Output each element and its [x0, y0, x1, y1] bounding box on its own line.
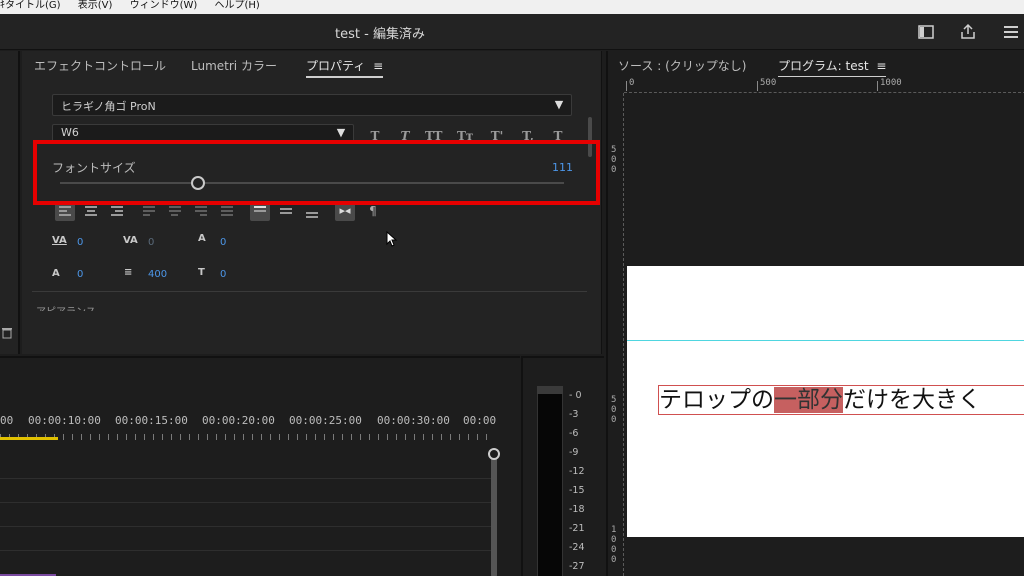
timecode: 00:00:20:00: [202, 414, 275, 427]
chevron-down-icon: ▼: [554, 98, 564, 111]
font-weight-value: W6: [61, 126, 79, 139]
left-panel-strip: [0, 51, 20, 354]
audio-meter-panel: - 0 -3 -6 -9 -12 -15 -18 -21 -24 -27: [521, 356, 604, 576]
leading-value[interactable]: 0: [220, 237, 226, 248]
ruler-left-500a: 500: [611, 145, 617, 175]
ruler-top-1000: 1000: [880, 78, 902, 88]
audio-meter-bar: [537, 386, 563, 576]
db-label: -12: [569, 466, 585, 477]
audio-meter-peak: [537, 386, 563, 394]
share-icon[interactable]: [959, 23, 977, 41]
telop-text-box[interactable]: テロップの一部分だけを大きく: [658, 385, 1024, 415]
tab-menu-icon[interactable]: ≡: [373, 59, 383, 73]
timecode: 00:00: [463, 414, 497, 427]
db-label: -3: [569, 409, 579, 420]
timecode: 00:00:25:00: [289, 414, 362, 427]
font-family-value: ヒラギノ角ゴ ProN: [61, 100, 156, 113]
track-divider: [0, 478, 494, 479]
menu-view[interactable]: 表示(V): [78, 0, 113, 12]
tab-width-value[interactable]: 400: [148, 269, 167, 280]
leading-icon: A: [198, 233, 206, 244]
track-divider: [0, 526, 494, 527]
tab-menu-icon[interactable]: ≡: [876, 59, 886, 73]
ruler-top: 0 500 1000: [624, 77, 1024, 93]
menu-title[interactable]: ｷタイトル(G): [0, 0, 61, 12]
tab-program[interactable]: プログラム: test ≡: [778, 57, 887, 78]
ruler-left-1000: 1000: [611, 525, 617, 565]
track-divider: [0, 550, 494, 551]
tracking-icon: VA: [123, 235, 138, 246]
section-divider: [32, 291, 587, 292]
program-monitor: ソース : (クリップなし) プログラム: test ≡ 0 500 1000 …: [606, 51, 1024, 576]
tab-properties-label: プロパティ: [306, 59, 366, 73]
timeline-panel: 00 00:00:10:00 00:00:15:00 00:00:20:00 0…: [0, 356, 520, 576]
panel-layout-icon[interactable]: [917, 23, 935, 41]
font-family-select[interactable]: ヒラギノ角ゴ ProN ▼: [52, 94, 572, 116]
timecode: 00:00:30:00: [377, 414, 450, 427]
tsume-value[interactable]: 0: [220, 269, 226, 280]
kerning-icon: VA: [52, 235, 67, 246]
track-divider: [0, 502, 494, 503]
telop-text: テロップの: [659, 387, 774, 413]
timecode: 00:00:15:00: [115, 414, 188, 427]
telop-text-rest: だけを大きく: [843, 387, 981, 413]
ruler-left: 500 500 1000: [608, 93, 624, 576]
ruler-top-500: 500: [760, 78, 777, 88]
window-title: test - 編集済み: [335, 27, 425, 42]
tracking-value[interactable]: 0: [148, 237, 154, 248]
mouse-cursor-icon: [386, 231, 398, 247]
work-area-bar[interactable]: [0, 437, 58, 440]
tab-width-icon: ≡: [124, 267, 133, 278]
db-label: -6: [569, 428, 579, 439]
db-label: -18: [569, 504, 585, 515]
font-size-highlight-box: [33, 140, 600, 205]
menu-help[interactable]: ヘルプ(H): [214, 0, 259, 12]
kerning-value[interactable]: 0: [77, 237, 83, 248]
appearance-section-label[interactable]: アピアランス: [36, 303, 96, 311]
timeline-zoom-handle[interactable]: [488, 448, 500, 460]
db-label: -9: [569, 447, 579, 458]
timecode: 00:00:10:00: [28, 414, 101, 427]
title-bar: test - 編集済み: [0, 14, 1024, 50]
workspace-menu-icon[interactable]: [1002, 23, 1020, 41]
db-label: - 0: [569, 390, 582, 401]
ruler-top-0: 0: [629, 78, 635, 88]
db-label: -21: [569, 523, 585, 534]
tab-properties[interactable]: プロパティ ≡: [306, 57, 384, 78]
db-label: -27: [569, 561, 585, 571]
tab-program-label: プログラム: test: [778, 59, 869, 73]
timeline-zoom-scrollbar[interactable]: [491, 454, 497, 576]
tab-source[interactable]: ソース : (クリップなし): [618, 57, 746, 74]
menu-bar: ｷタイトル(G) 表示(V) ウィンドウ(W) ヘルプ(H): [0, 0, 1024, 14]
ruler-left-500b: 500: [611, 395, 617, 425]
menu-window[interactable]: ウィンドウ(W): [130, 0, 198, 12]
guide-line: [627, 340, 1024, 341]
trash-icon[interactable]: [2, 327, 12, 339]
tab-effect-controls[interactable]: エフェクトコントロール: [34, 57, 166, 74]
baseline-shift-icon: A: [52, 268, 60, 279]
tsume-icon: T: [198, 267, 205, 278]
chevron-down-icon: ▼: [336, 126, 346, 139]
baseline-shift-value[interactable]: 0: [77, 269, 83, 280]
db-label: -24: [569, 542, 585, 553]
timeline-ruler[interactable]: [0, 434, 494, 440]
timecode: 00: [0, 414, 14, 427]
tab-lumetri-color[interactable]: Lumetri カラー: [191, 57, 277, 74]
db-label: -15: [569, 485, 585, 496]
telop-highlighted-text: 一部分: [774, 387, 843, 413]
